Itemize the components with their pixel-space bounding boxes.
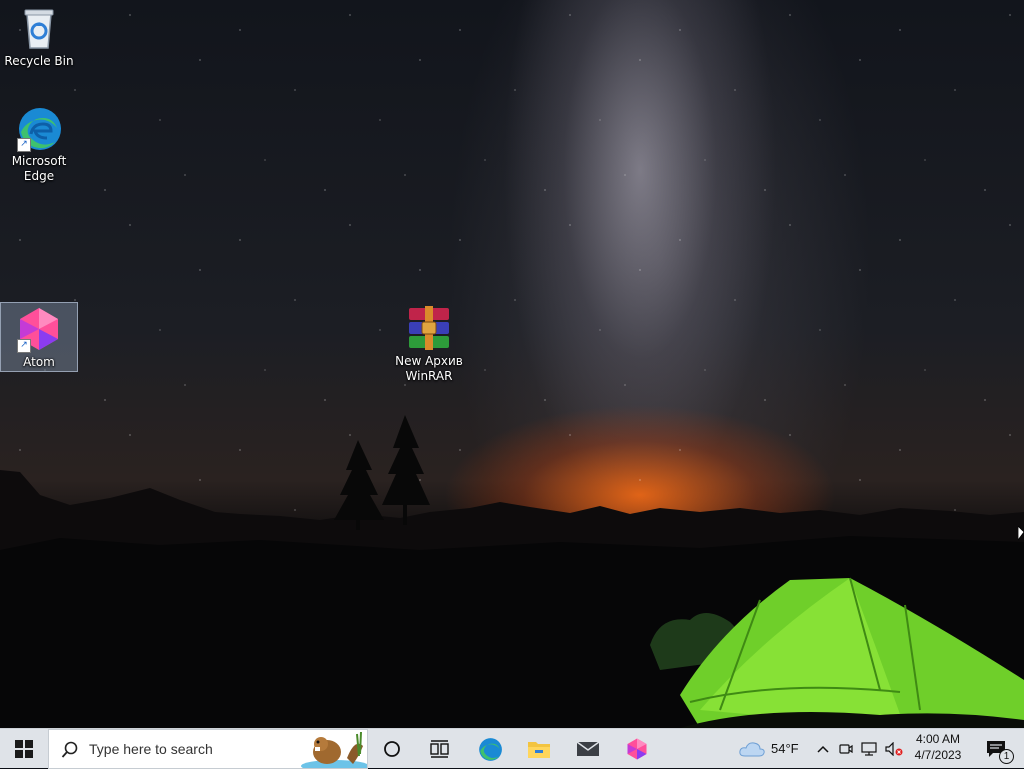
atom-icon: ↗ — [15, 305, 63, 353]
chevron-up-icon — [817, 745, 829, 753]
taskbar-atom-button[interactable] — [613, 729, 661, 769]
meet-now-button[interactable] — [836, 729, 856, 769]
cloud-icon — [739, 742, 765, 757]
search-icon — [61, 741, 78, 758]
label-line-2: Edge — [23, 169, 55, 183]
mouse-cursor-icon — [1018, 526, 1024, 541]
recycle-bin-icon — [15, 4, 63, 52]
edge-icon: ↗ — [15, 104, 63, 152]
meet-now-icon — [839, 744, 853, 754]
clock-time: 4:00 AM — [915, 732, 961, 746]
cortana-circle-icon — [384, 741, 400, 757]
notification-count-badge: 1 — [999, 749, 1014, 764]
search-highlight-beaver-icon — [301, 731, 367, 768]
taskbar-file-explorer-button[interactable] — [515, 729, 563, 769]
winrar-archive-icon — [405, 304, 453, 352]
desktop-icon-microsoft-edge[interactable]: ↗ Microsoft Edge — [1, 104, 77, 190]
windows-logo-icon — [15, 740, 33, 758]
taskbar-edge-button[interactable] — [466, 729, 514, 769]
desktop-icon-atom[interactable]: ↗ Atom — [0, 302, 78, 372]
action-center-button[interactable]: 1 — [976, 729, 1016, 769]
desktop-icon-recycle-bin[interactable]: Recycle Bin — [1, 4, 77, 74]
landscape-silhouette — [0, 415, 1024, 728]
desktop-icon-winrar-archive[interactable]: New Архив WinRAR — [390, 304, 468, 388]
atom-icon — [627, 738, 647, 760]
taskbar: Type here to search 54°F 4:00 AM 4/7/202… — [0, 728, 1024, 769]
label-line-1: Microsoft — [11, 154, 67, 168]
clock-date: 4/7/2023 — [914, 748, 962, 762]
search-placeholder: Type here to search — [89, 741, 213, 757]
task-view-icon — [430, 740, 449, 758]
weather-widget[interactable]: 54°F — [737, 729, 805, 769]
clock[interactable]: 4:00 AM 4/7/2023 — [908, 729, 968, 769]
network-button[interactable] — [858, 729, 880, 769]
label-line-2: WinRAR — [405, 369, 453, 383]
shortcut-arrow-icon: ↗ — [17, 138, 31, 152]
desktop-icon-label: New Архив WinRAR — [390, 354, 468, 384]
desktop[interactable]: Recycle Bin ↗ Microsoft Edge ↗ Atom New … — [0, 0, 1024, 728]
network-icon — [861, 742, 877, 756]
shortcut-arrow-icon: ↗ — [17, 339, 31, 353]
weather-temperature: 54°F — [771, 741, 799, 756]
edge-icon — [479, 738, 502, 761]
desktop-icon-label: Recycle Bin — [4, 54, 74, 68]
label-line-1: New Архив — [395, 354, 463, 368]
mail-icon — [576, 741, 600, 756]
show-hidden-icons-button[interactable] — [812, 729, 834, 769]
cortana-button[interactable] — [368, 729, 416, 769]
taskbar-mail-button[interactable] — [564, 729, 612, 769]
start-button[interactable] — [0, 729, 48, 769]
volume-button[interactable] — [882, 729, 906, 769]
folder-icon — [528, 742, 550, 758]
volume-muted-icon — [885, 742, 903, 756]
taskbar-search-box[interactable]: Type here to search — [48, 729, 368, 769]
desktop-icon-label: Microsoft Edge — [1, 154, 77, 184]
task-view-button[interactable] — [416, 729, 464, 769]
desktop-icon-label: Atom — [23, 355, 55, 369]
